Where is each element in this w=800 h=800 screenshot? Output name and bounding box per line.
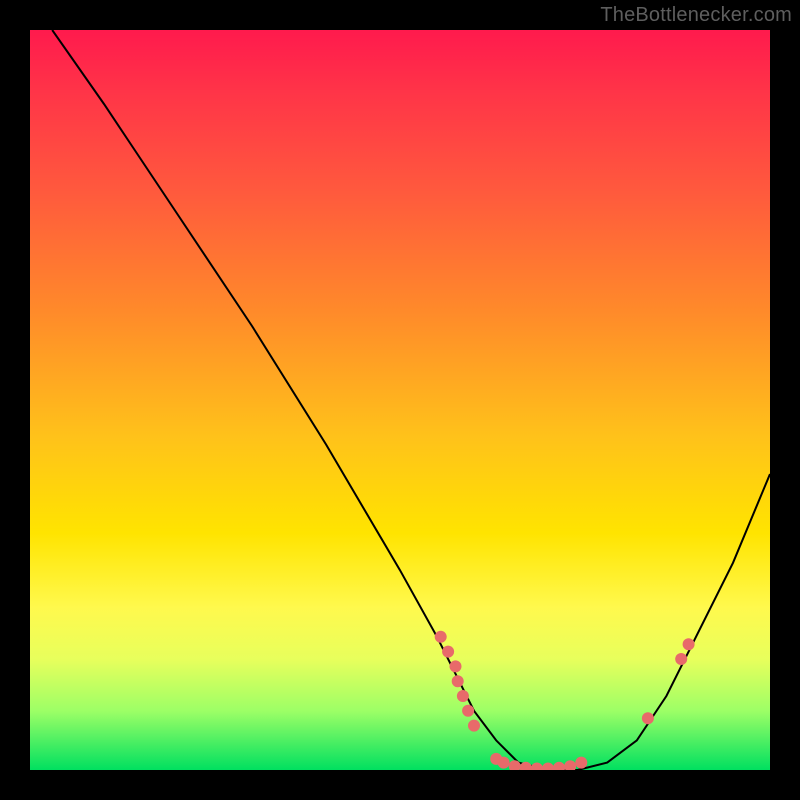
watermark-text: TheBottlenecker.com	[600, 4, 792, 27]
data-marker	[575, 757, 587, 769]
data-marker	[683, 638, 695, 650]
data-marker	[642, 712, 654, 724]
chart-svg	[30, 30, 770, 770]
data-marker	[457, 690, 469, 702]
data-marker	[468, 720, 480, 732]
data-marker	[462, 705, 474, 717]
data-marker	[442, 646, 454, 658]
chart-frame: TheBottlenecker.com	[0, 0, 800, 800]
marker-group	[435, 631, 695, 770]
data-marker	[553, 762, 565, 770]
data-marker	[675, 653, 687, 665]
data-marker	[564, 760, 576, 770]
data-marker	[450, 660, 462, 672]
data-marker	[498, 757, 510, 769]
data-marker	[435, 631, 447, 643]
data-marker	[531, 763, 543, 771]
chart-plot-area	[30, 30, 770, 770]
data-marker	[542, 763, 554, 771]
data-marker	[452, 675, 464, 687]
bottleneck-curve	[52, 30, 770, 770]
